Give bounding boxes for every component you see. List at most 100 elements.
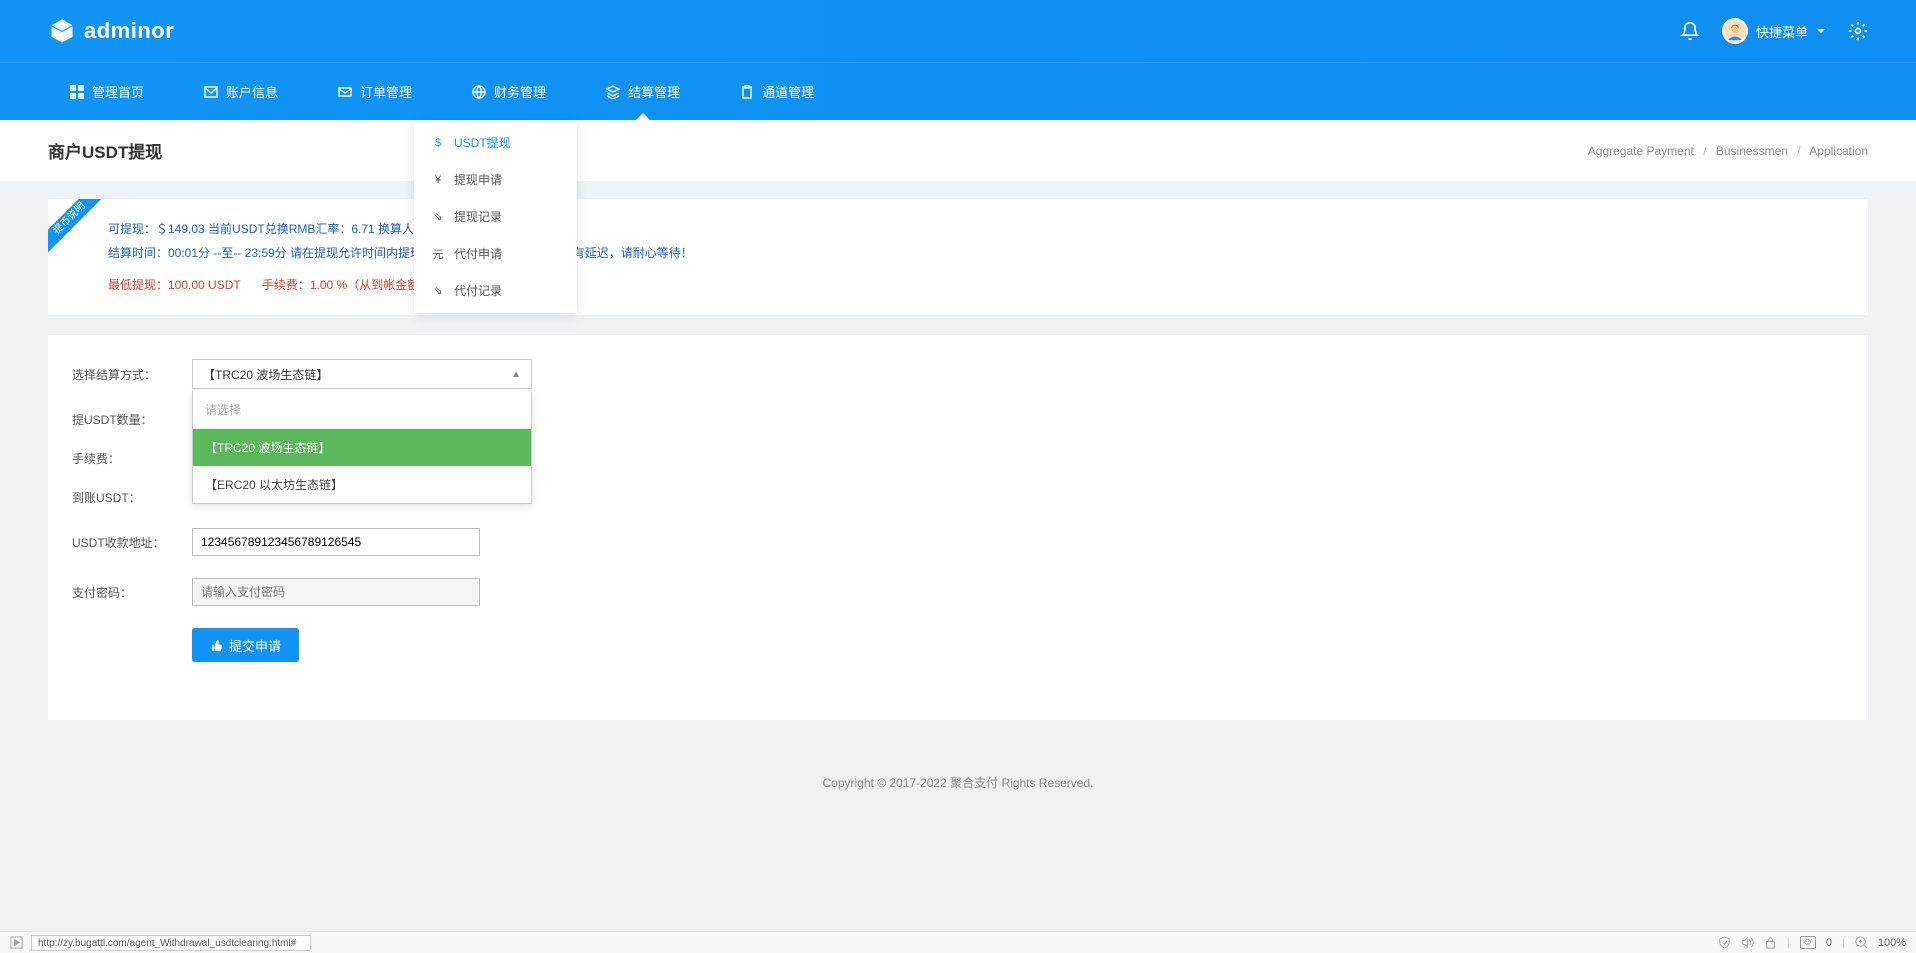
submit-label: 提交申请: [229, 636, 281, 655]
form-row-password: 支付密码：: [72, 578, 1844, 606]
amount-label: 提USDT数量：: [72, 411, 192, 428]
dropdown-label: 代付记录: [454, 282, 502, 299]
mail-icon: [204, 85, 218, 99]
status-bar: http://zy.bugattl.com/agent_Withdrawal_u…: [0, 931, 1916, 953]
nav-item-finance[interactable]: 财务管理: [442, 63, 576, 120]
nav-item-settlement[interactable]: 结算管理: [576, 63, 710, 120]
info-withdrawable: 可提现：＄149.03 当前USDT兑换RMB汇率：6.71 换算人民币 ¥ +…: [108, 217, 1844, 241]
header-top: adminor 快捷菜单: [0, 0, 1916, 62]
nav-label: 订单管理: [360, 82, 412, 101]
fee-label: 手续费：: [72, 450, 192, 467]
nav-label: 账户信息: [226, 82, 278, 101]
thumb-up-icon: [210, 639, 223, 652]
nav-item-home[interactable]: 管理首页: [40, 63, 174, 120]
play-icon[interactable]: [10, 936, 23, 949]
breadcrumb-sep: /: [1703, 144, 1706, 158]
form-row-submit: 提交申请: [72, 628, 1844, 662]
yuan-icon: 元: [432, 248, 444, 260]
dropdown-label: 提现申请: [454, 171, 502, 188]
breadcrumb-item[interactable]: Aggregate Payment: [1588, 144, 1694, 158]
header: adminor 快捷菜单 管理首页 账户信息 订单管理: [0, 0, 1916, 120]
form-row-address: USDT收款地址：: [72, 528, 1844, 556]
shield-icon[interactable]: [1718, 936, 1731, 949]
info-settle-time: 结算时间：00:01分 --至-- 23:59分 请在提现允许时间内提现， 由于…: [108, 241, 1844, 265]
dropdown-item-withdraw-apply[interactable]: ¥ 提现申请: [414, 161, 577, 198]
chevron-down-icon: [1816, 26, 1826, 36]
breadcrumb: Aggregate Payment / Businessmen / Applic…: [1588, 144, 1868, 158]
layers-icon: [606, 85, 620, 99]
nav-label: 通道管理: [762, 82, 814, 101]
page-header: 商户USDT提现 Aggregate Payment / Businessmen…: [0, 120, 1916, 181]
address-label: USDT收款地址：: [72, 534, 192, 551]
user-menu-label: 快捷菜单: [1756, 22, 1808, 41]
dropdown-label: 代付申请: [454, 245, 502, 262]
dollar-icon: $: [432, 137, 444, 149]
nav: 管理首页 账户信息 订单管理 财务管理 结算管理 通道管理: [0, 62, 1916, 120]
method-option-trc20[interactable]: 【TRC20 波场生态链】: [193, 429, 531, 466]
cube-icon: [48, 17, 76, 45]
content: 提币说明 可提现：＄149.03 当前USDT兑换RMB汇率：6.71 换算人民…: [0, 199, 1916, 750]
info-box: 提币说明 可提现：＄149.03 当前USDT兑换RMB汇率：6.71 换算人民…: [48, 199, 1868, 315]
envelope-icon: [338, 85, 352, 99]
nav-label: 管理首页: [92, 82, 144, 101]
footer: Copyright © 2017-2022 聚合支付 Rights Reserv…: [0, 750, 1916, 831]
password-input[interactable]: [192, 578, 480, 606]
method-dropdown: 【TRC20 波场生态链】 【ERC20 以太坊生态链】: [192, 391, 532, 504]
form-row-method: 选择结算方式： 【TRC20 波场生态链】 ▲ 【TRC20 波场生态链】 【E…: [72, 359, 1844, 389]
gear-icon[interactable]: [1848, 21, 1868, 41]
nav-item-channel[interactable]: 通道管理: [710, 63, 844, 120]
caret-up-icon: ▲: [511, 369, 521, 380]
lock-icon[interactable]: [1764, 936, 1777, 949]
method-select[interactable]: 【TRC20 波场生态链】 ▲: [192, 359, 532, 389]
dropdown-label: USDT提现: [454, 134, 511, 151]
received-label: 到账USDT：: [72, 489, 192, 506]
brand-text: adminor: [84, 18, 174, 44]
status-count-icon: ☺: [1800, 936, 1816, 949]
grid-icon: [70, 85, 84, 99]
status-right: | ☺ 0 | 100%: [1718, 936, 1906, 949]
settlement-dropdown: $ USDT提现 ¥ 提现申请 ⇘ 提现记录 元 代付申请 ⇘ 代付记录: [414, 120, 577, 313]
method-label: 选择结算方式：: [72, 366, 192, 383]
logo[interactable]: adminor: [48, 17, 174, 45]
header-right: 快捷菜单: [1680, 18, 1868, 44]
sound-icon[interactable]: [1741, 936, 1754, 949]
user-menu[interactable]: 快捷菜单: [1722, 18, 1826, 44]
dropdown-item-usdt-withdraw[interactable]: $ USDT提现: [414, 124, 577, 161]
ribbon: 提币说明: [48, 199, 104, 255]
status-left: http://zy.bugattl.com/agent_Withdrawal_u…: [10, 935, 311, 951]
breadcrumb-item[interactable]: Businessmen: [1716, 144, 1788, 158]
form-box: 选择结算方式： 【TRC20 波场生态链】 ▲ 【TRC20 波场生态链】 【E…: [48, 335, 1868, 720]
nav-item-account[interactable]: 账户信息: [174, 63, 308, 120]
info-min: 最低提现：100.00 USDT: [108, 278, 241, 292]
ribbon-label: 提币说明: [48, 199, 104, 253]
arrow-icon: ⇘: [432, 211, 444, 223]
method-wrap: 【TRC20 波场生态链】 ▲ 【TRC20 波场生态链】 【ERC20 以太坊…: [192, 359, 532, 389]
yen-icon: ¥: [432, 174, 444, 186]
arrow-icon: ⇘: [432, 285, 444, 297]
clipboard-icon: [740, 85, 754, 99]
breadcrumb-item: Application: [1809, 144, 1868, 158]
address-input[interactable]: [192, 528, 480, 556]
nav-label: 结算管理: [628, 82, 680, 101]
avatar: [1722, 18, 1748, 44]
dropdown-item-withdraw-record[interactable]: ⇘ 提现记录: [414, 198, 577, 235]
info-min-fee: 最低提现：100.00 USDT 手续费：1.00 %（从到帐金额中扣除: [108, 273, 1844, 297]
method-search-input[interactable]: [193, 391, 531, 429]
status-url[interactable]: http://zy.bugattl.com/agent_Withdrawal_u…: [31, 935, 311, 951]
page-title: 商户USDT提现: [48, 138, 162, 163]
breadcrumb-sep: /: [1797, 144, 1800, 158]
status-zoom: 100%: [1878, 937, 1906, 949]
globe-icon: [472, 85, 486, 99]
dropdown-label: 提现记录: [454, 208, 502, 225]
nav-item-orders[interactable]: 订单管理: [308, 63, 442, 120]
status-count: 0: [1826, 937, 1832, 949]
bell-icon[interactable]: [1680, 21, 1700, 41]
zoom-icon[interactable]: [1855, 936, 1868, 949]
dropdown-item-payout-record[interactable]: ⇘ 代付记录: [414, 272, 577, 309]
password-label: 支付密码：: [72, 584, 192, 601]
method-option-erc20[interactable]: 【ERC20 以太坊生态链】: [193, 466, 531, 503]
method-selected-text: 【TRC20 波场生态链】: [203, 366, 328, 383]
nav-label: 财务管理: [494, 82, 546, 101]
dropdown-item-payout-apply[interactable]: 元 代付申请: [414, 235, 577, 272]
submit-button[interactable]: 提交申请: [192, 628, 299, 662]
